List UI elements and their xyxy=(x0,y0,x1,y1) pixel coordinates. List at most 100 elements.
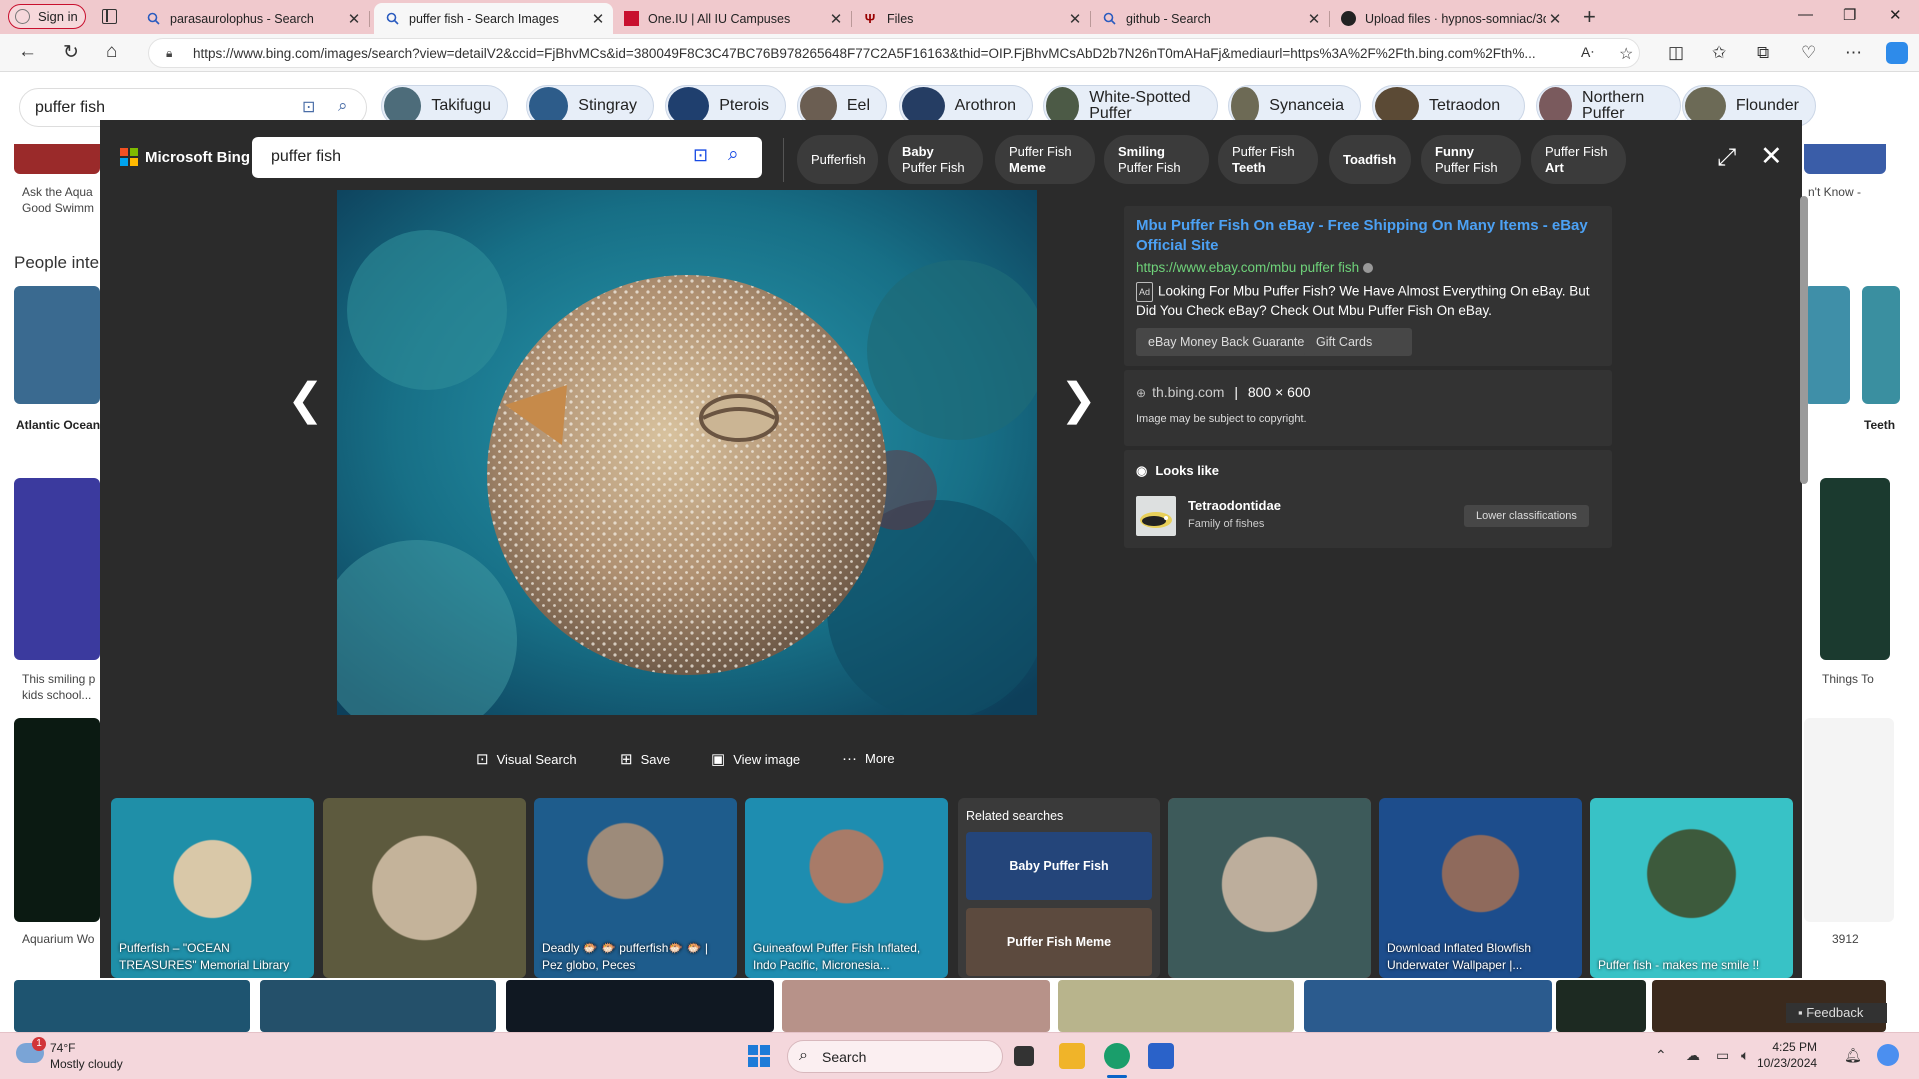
pill-baby-puffer-fish[interactable]: Baby Puffer Fish xyxy=(888,135,983,184)
split-screen-icon[interactable]: ◫ xyxy=(1668,43,1684,63)
close-tab-icon[interactable]: ✕ xyxy=(1066,10,1084,28)
ad-url[interactable]: https://www.ebay.com/mbu puffer fish xyxy=(1136,260,1374,275)
film-thumbnail-selected[interactable] xyxy=(1168,798,1371,978)
collections-icon[interactable]: ⧉ xyxy=(1757,43,1769,63)
background-tile[interactable] xyxy=(1862,286,1900,404)
film-thumbnail[interactable]: Pufferfish – "OCEAN TREASURES" Memorial … xyxy=(111,798,314,978)
related-puffer-fish-meme[interactable]: Puffer Fish Meme xyxy=(966,908,1152,976)
notifications-bell-icon[interactable]: 🔔︎ xyxy=(1844,1047,1862,1064)
overlay-search-box[interactable]: puffer fish ⊡ ⌕ xyxy=(252,137,762,178)
close-window-button[interactable]: ✕ xyxy=(1889,6,1902,24)
task-view-icon[interactable] xyxy=(1014,1046,1034,1066)
film-thumbnail[interactable] xyxy=(323,798,526,978)
tab-files[interactable]: Ψ Files ✕ xyxy=(852,3,1091,34)
taskbar-clock[interactable]: 4:25 PM 10/23/2024 xyxy=(1757,1039,1817,1071)
close-tab-icon[interactable]: ✕ xyxy=(827,10,845,28)
background-tile[interactable] xyxy=(260,980,496,1032)
sign-in-button[interactable]: Sign in xyxy=(8,4,86,29)
pill-funny-puffer-fish[interactable]: Funny Puffer Fish xyxy=(1421,135,1521,184)
background-tile[interactable] xyxy=(14,144,100,174)
related-baby-puffer-fish[interactable]: Baby Puffer Fish xyxy=(966,832,1152,900)
copilot-taskbar-icon[interactable] xyxy=(1877,1044,1899,1066)
taskbar-search-box[interactable]: ⌕ Search xyxy=(787,1040,1003,1073)
favorites-icon[interactable]: ✩ xyxy=(1712,43,1726,63)
close-tab-icon[interactable]: ✕ xyxy=(589,10,607,28)
show-hidden-icons[interactable]: ⌃ xyxy=(1655,1047,1667,1064)
tetraodontidae-thumbnail[interactable] xyxy=(1136,496,1176,536)
minimize-button[interactable]: — xyxy=(1798,6,1813,23)
close-tab-icon[interactable]: ✕ xyxy=(1305,10,1323,28)
next-image-arrow[interactable]: ❯ xyxy=(1060,374,1097,425)
more-menu-icon[interactable]: ⋯ xyxy=(1845,43,1862,63)
ebay-money-back-button[interactable]: eBay Money Back Guarantee xyxy=(1136,328,1324,356)
windows-start-icon[interactable] xyxy=(748,1045,770,1067)
film-thumbnail[interactable]: Guineafowl Puffer Fish Inflated, Indo Pa… xyxy=(745,798,948,978)
pill-puffer-fish-teeth[interactable]: Puffer Fish Teeth xyxy=(1218,135,1318,184)
copilot-icon[interactable] xyxy=(1886,42,1908,64)
tab-parasaurolophus[interactable]: parasaurolophus - Search ✕ xyxy=(135,3,370,34)
background-tile[interactable] xyxy=(1058,980,1294,1032)
main-puffer-fish-image[interactable] xyxy=(337,190,1037,715)
feedback-button[interactable]: ▪ Feedback xyxy=(1786,1003,1887,1023)
background-tile[interactable] xyxy=(14,286,100,404)
new-tab-button[interactable]: + xyxy=(1583,4,1596,30)
tab-upload-files[interactable]: Upload files · hypnos-somniac/3d ✕ xyxy=(1330,3,1570,34)
background-tile[interactable] xyxy=(14,478,100,660)
pill-toadfish[interactable]: Toadfish xyxy=(1329,135,1411,184)
tab-puffer-fish[interactable]: puffer fish - Search Images ✕ xyxy=(374,3,613,34)
background-tile[interactable] xyxy=(1804,286,1850,404)
read-aloud-icon[interactable]: Aᐧ xyxy=(1581,44,1594,61)
browser-essentials-icon[interactable]: ♡ xyxy=(1801,43,1816,63)
home-button[interactable]: ⌂ xyxy=(106,41,117,63)
background-tile[interactable] xyxy=(1820,478,1890,660)
volume-icon[interactable]: 🔈︎ xyxy=(1741,1047,1749,1064)
address-bar[interactable]: 🔒︎ https://www.bing.com/images/search?vi… xyxy=(148,38,1640,68)
edge-browser-icon[interactable] xyxy=(1104,1043,1130,1069)
visual-search-icon[interactable]: ⊡ xyxy=(302,97,315,117)
ad-title-link[interactable]: Mbu Puffer Fish On eBay - Free Shipping … xyxy=(1136,216,1606,256)
background-tile[interactable] xyxy=(1304,980,1552,1032)
visual-search-action[interactable]: ⊡ Visual Search xyxy=(476,750,577,768)
network-icon[interactable]: ▭ xyxy=(1716,1047,1729,1064)
tab-one-iu[interactable]: One.IU | All IU Campuses ✕ xyxy=(613,3,852,34)
background-tile[interactable] xyxy=(14,718,100,922)
background-tile[interactable] xyxy=(782,980,1050,1032)
restore-button[interactable]: ❐ xyxy=(1843,6,1856,24)
background-tile[interactable] xyxy=(1804,718,1894,922)
pill-puffer-fish-art[interactable]: Puffer Fish Art xyxy=(1531,135,1626,184)
lock-icon[interactable]: 🔒︎ xyxy=(166,46,178,60)
pill-smiling-puffer-fish[interactable]: Smiling Puffer Fish xyxy=(1104,135,1209,184)
background-tile[interactable] xyxy=(506,980,774,1032)
bing-logo[interactable]: Microsoft Bing xyxy=(120,148,250,166)
gift-cards-button[interactable]: Gift Cards xyxy=(1304,328,1412,356)
close-tab-icon[interactable]: ✕ xyxy=(345,10,363,28)
film-thumbnail[interactable]: Deadly 🐡 🐡 pufferfish🐡 🐡 | Pez globo, Pe… xyxy=(534,798,737,978)
save-action[interactable]: ⊞ Save xyxy=(620,750,670,768)
film-thumbnail[interactable]: Puffer fish - makes me smile !! xyxy=(1590,798,1793,978)
expand-icon[interactable]: ⤢ xyxy=(1717,144,1736,172)
background-tile[interactable] xyxy=(1556,980,1646,1032)
file-explorer-icon[interactable] xyxy=(1059,1043,1085,1069)
close-overlay-icon[interactable]: ✕ xyxy=(1760,141,1783,172)
favorite-star-icon[interactable]: ☆ xyxy=(1619,44,1633,64)
previous-image-arrow[interactable]: ❮ xyxy=(287,374,324,425)
close-tab-icon[interactable]: ✕ xyxy=(1546,10,1564,28)
pill-pufferfish[interactable]: Pufferfish xyxy=(797,135,878,184)
tab-actions-icon[interactable] xyxy=(102,9,117,24)
search-icon[interactable]: ⌕ xyxy=(728,144,739,166)
view-image-action[interactable]: ▣ View image xyxy=(711,750,800,768)
onedrive-icon[interactable]: ☁ xyxy=(1686,1047,1700,1064)
pill-puffer-fish-meme[interactable]: Puffer Fish Meme xyxy=(995,135,1095,184)
search-icon[interactable]: ⌕ xyxy=(338,96,348,116)
store-icon[interactable] xyxy=(1148,1043,1174,1069)
visual-search-icon[interactable]: ⊡ xyxy=(693,145,708,166)
entity-name-link[interactable]: Tetraodontidae xyxy=(1188,498,1281,513)
source-domain-link[interactable]: th.bing.com xyxy=(1152,384,1224,400)
tab-github-search[interactable]: github - Search ✕ xyxy=(1091,3,1330,34)
panel-scrollbar[interactable] xyxy=(1800,196,1808,484)
more-action[interactable]: ··· More xyxy=(842,750,895,767)
background-tile[interactable] xyxy=(14,980,250,1032)
info-icon[interactable] xyxy=(1363,263,1374,274)
refresh-button[interactable]: ↻ xyxy=(63,41,79,64)
back-button[interactable]: ← xyxy=(18,41,37,63)
